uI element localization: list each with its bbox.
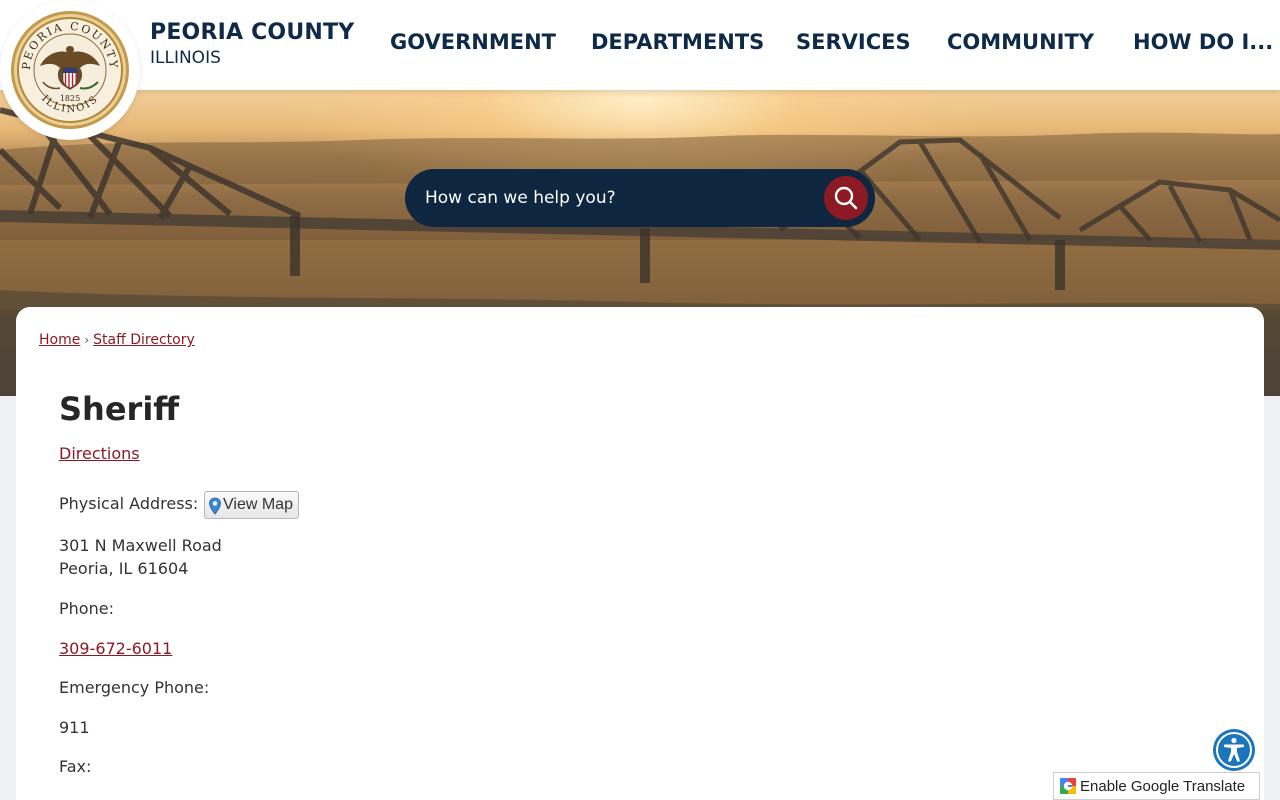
address-line-1: 301 N Maxwell Road (59, 536, 222, 555)
google-translate-icon (1060, 778, 1076, 794)
search-bar (405, 169, 875, 227)
phone-link[interactable]: 309-672-6011 (59, 639, 172, 658)
google-translate-bar[interactable]: Enable Google Translate (1053, 772, 1260, 800)
county-name[interactable]: PEORIA COUNTY (150, 20, 354, 45)
nav-government[interactable]: GOVERNMENT (390, 30, 556, 54)
directions-link[interactable]: Directions (59, 444, 140, 463)
phone-label: Phone: (59, 599, 114, 618)
fax-label: Fax: (59, 757, 92, 776)
breadcrumb-home[interactable]: Home (39, 332, 80, 348)
breadcrumb-separator: › (84, 333, 90, 347)
view-map-button[interactable]: View Map (204, 491, 299, 519)
google-translate-label: Enable Google Translate (1080, 778, 1246, 795)
nav-departments[interactable]: DEPARTMENTS (591, 30, 764, 54)
address-line-2: Peoria, IL 61604 (59, 559, 189, 578)
search-icon (834, 186, 858, 210)
nav-services[interactable]: SERVICES (796, 30, 911, 54)
search-input[interactable] (425, 183, 805, 213)
search-button[interactable] (824, 176, 868, 220)
main-nav: GOVERNMENT DEPARTMENTS SERVICES COMMUNIT… (390, 30, 1280, 62)
directions-link-wrap: Directions (59, 444, 140, 463)
county-seal-icon[interactable]: PEORIA COUNTY ILLINOIS 1825 (10, 10, 130, 130)
physical-address-label: Physical Address: (59, 494, 199, 513)
svg-text:1825: 1825 (60, 94, 80, 103)
phone-link-wrap: 309-672-6011 (59, 639, 172, 658)
breadcrumb: Home › Staff Directory (39, 332, 195, 348)
county-state[interactable]: ILLINOIS (150, 48, 221, 68)
emergency-phone-label: Emergency Phone: (59, 678, 210, 697)
page-title: Sheriff (59, 390, 180, 428)
accessibility-button[interactable] (1213, 729, 1255, 771)
view-map-label: View Map (223, 496, 293, 513)
emergency-phone-value: 911 (59, 718, 90, 737)
nav-how-do-i[interactable]: HOW DO I... (1133, 30, 1273, 54)
breadcrumb-staff-directory[interactable]: Staff Directory (93, 332, 195, 348)
map-pin-icon (209, 497, 221, 515)
nav-community[interactable]: COMMUNITY (947, 30, 1094, 54)
accessibility-icon (1216, 732, 1252, 768)
